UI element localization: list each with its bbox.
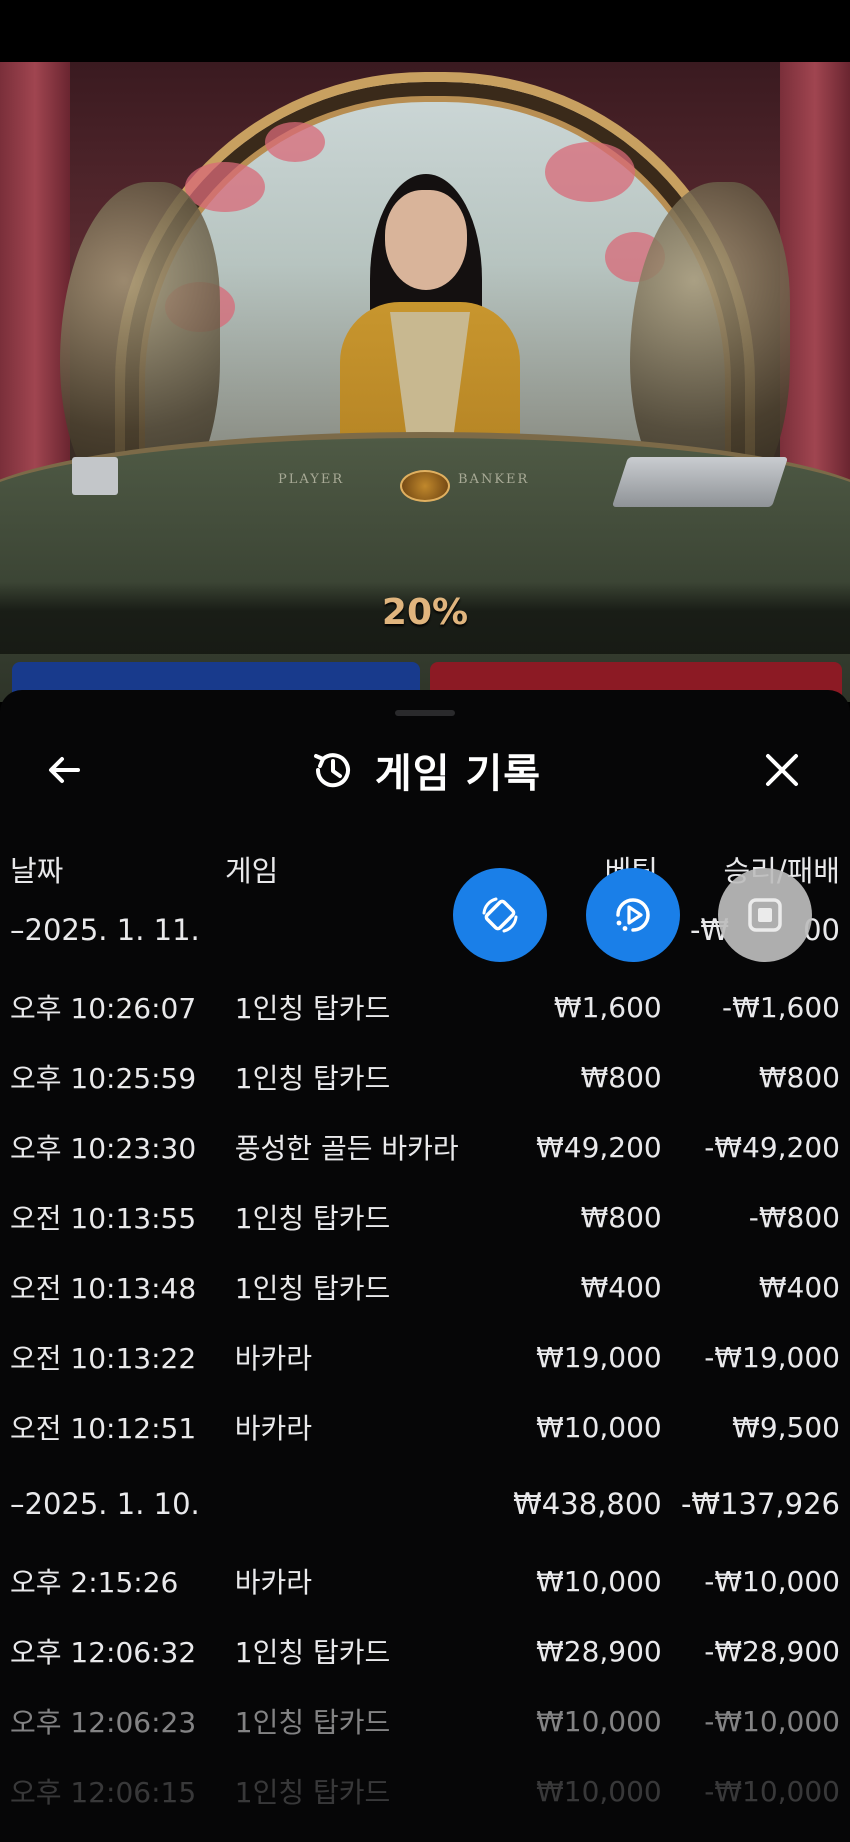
replay-icon	[616, 898, 650, 932]
row-result: ₩9,500	[732, 1410, 840, 1444]
chip-icon	[400, 470, 450, 502]
row-time: 오후 12:06:32	[10, 1636, 197, 1669]
row-game: 1인칭 탑카드	[234, 1272, 391, 1305]
history-table: –2025. 1. 11. ₩81, -₩00 오후 10:26:07 1인칭 …	[0, 888, 850, 1826]
close-icon	[766, 754, 798, 786]
row-result: -₩10,000	[704, 1774, 840, 1808]
sheet-header: 게임 기록	[0, 742, 850, 798]
row-bet: ₩19,000	[536, 1340, 662, 1374]
row-bet: ₩800	[580, 1200, 662, 1234]
table-row[interactable]: 오후 12:06:15 1인칭 탑카드 ₩10,000 -₩10,000	[0, 1756, 850, 1826]
row-bet: ₩400	[580, 1270, 662, 1304]
row-result: -₩28,900	[704, 1634, 840, 1668]
row-game: 1인칭 탑카드	[234, 1062, 391, 1095]
live-video-stream[interactable]: PLAYER BANKER 20%	[0, 62, 850, 702]
row-time: 오후 2:15:26	[10, 1566, 179, 1599]
row-time: 오후 12:06:15	[10, 1776, 197, 1809]
discard-tray	[72, 457, 118, 495]
table-row[interactable]: 오후 12:06:32 1인칭 탑카드 ₩28,900 -₩28,900	[0, 1616, 850, 1686]
page-title: 게임 기록	[374, 751, 542, 797]
row-time: 오후 10:23:30	[10, 1132, 197, 1165]
right-curtain	[780, 62, 850, 502]
stop-icon	[748, 898, 782, 932]
left-curtain	[0, 62, 70, 502]
group-date: –2025. 1. 11.	[10, 913, 200, 947]
row-game: 1인칭 탑카드	[234, 992, 391, 1025]
row-bet: ₩28,900	[536, 1634, 662, 1668]
row-result: -₩49,200	[704, 1130, 840, 1164]
table-row[interactable]: 오후 10:23:30 풍성한 골든 바카라 ₩49,200 -₩49,200	[0, 1112, 850, 1182]
round-timer: 20%	[381, 592, 469, 633]
row-bet: ₩10,000	[536, 1774, 662, 1808]
group-bet-total: ₩438,800	[513, 1487, 662, 1521]
row-time: 오전 10:13:22	[10, 1342, 197, 1375]
row-bet: ₩49,200	[536, 1130, 662, 1164]
row-time: 오전 10:12:51	[10, 1412, 197, 1445]
row-result: -₩10,000	[704, 1564, 840, 1598]
row-bet: ₩10,000	[536, 1410, 662, 1444]
replay-button[interactable]	[586, 868, 680, 962]
row-result: -₩10,000	[704, 1704, 840, 1738]
row-game: 1인칭 탑카드	[234, 1706, 391, 1739]
game-history-sheet: 게임 기록 날짜 게임 베팅 승리/패배 –2025. 1. 11. ₩81, …	[0, 690, 850, 1842]
row-result: ₩800	[758, 1060, 840, 1094]
group-date: –2025. 1. 10.	[10, 1487, 200, 1521]
row-game: 1인칭 탑카드	[234, 1202, 391, 1235]
table-row[interactable]: 오후 12:06:23 1인칭 탑카드 ₩10,000 -₩10,000	[0, 1686, 850, 1756]
row-result: -₩1,600	[722, 990, 840, 1024]
row-result: -₩19,000	[704, 1340, 840, 1374]
group-win-total: -₩137,926	[680, 1487, 840, 1521]
table-label-player: PLAYER	[278, 472, 345, 487]
card-shoe	[611, 457, 789, 507]
row-time: 오전 10:13:55	[10, 1202, 197, 1235]
row-result: ₩400	[758, 1270, 840, 1304]
row-time: 오후 10:26:07	[10, 992, 197, 1025]
dealer-face	[385, 190, 467, 290]
row-game: 풍성한 골든 바카라	[234, 1132, 459, 1165]
row-result: -₩800	[748, 1200, 840, 1234]
rotate-screen-button[interactable]	[453, 868, 547, 962]
table-row[interactable]: 오후 10:26:07 1인칭 탑카드 ₩1,600 -₩1,600	[0, 972, 850, 1042]
table-row[interactable]: 오전 10:13:48 1인칭 탑카드 ₩400 ₩400	[0, 1252, 850, 1322]
row-time: 오후 10:25:59	[10, 1062, 197, 1095]
stop-recording-button[interactable]	[718, 868, 812, 962]
row-game: 1인칭 탑카드	[234, 1776, 391, 1809]
rotate-screen-icon	[482, 897, 518, 933]
table-row[interactable]: 오전 10:12:51 바카라 ₩10,000 ₩9,500	[0, 1392, 850, 1462]
table-row[interactable]: 오전 10:13:22 바카라 ₩19,000 -₩19,000	[0, 1322, 850, 1392]
close-button[interactable]	[754, 742, 810, 798]
row-game: 바카라	[234, 1412, 313, 1445]
table-row[interactable]: 오후 10:25:59 1인칭 탑카드 ₩800 ₩800	[0, 1042, 850, 1112]
table-row[interactable]: 오후 2:15:26 바카라 ₩10,000 -₩10,000	[0, 1546, 850, 1616]
row-game: 바카라	[234, 1342, 313, 1375]
history-icon	[313, 753, 350, 788]
row-bet: ₩800	[580, 1060, 662, 1094]
table-row[interactable]: 오전 10:13:55 1인칭 탑카드 ₩800 -₩800	[0, 1182, 850, 1252]
row-game: 1인칭 탑카드	[234, 1636, 391, 1669]
row-bet: ₩10,000	[536, 1564, 662, 1598]
sheet-drag-handle[interactable]	[395, 710, 455, 716]
row-time: 오전 10:13:48	[10, 1272, 197, 1305]
column-header-date: 날짜	[10, 854, 64, 888]
row-game: 바카라	[234, 1566, 313, 1599]
column-header-game: 게임	[225, 854, 279, 888]
date-group-row[interactable]: –2025. 1. 10. ₩438,800 -₩137,926	[0, 1462, 850, 1546]
row-time: 오후 12:06:23	[10, 1706, 197, 1739]
row-bet: ₩1,600	[553, 990, 662, 1024]
table-label-banker: BANKER	[458, 472, 530, 487]
row-bet: ₩10,000	[536, 1704, 662, 1738]
